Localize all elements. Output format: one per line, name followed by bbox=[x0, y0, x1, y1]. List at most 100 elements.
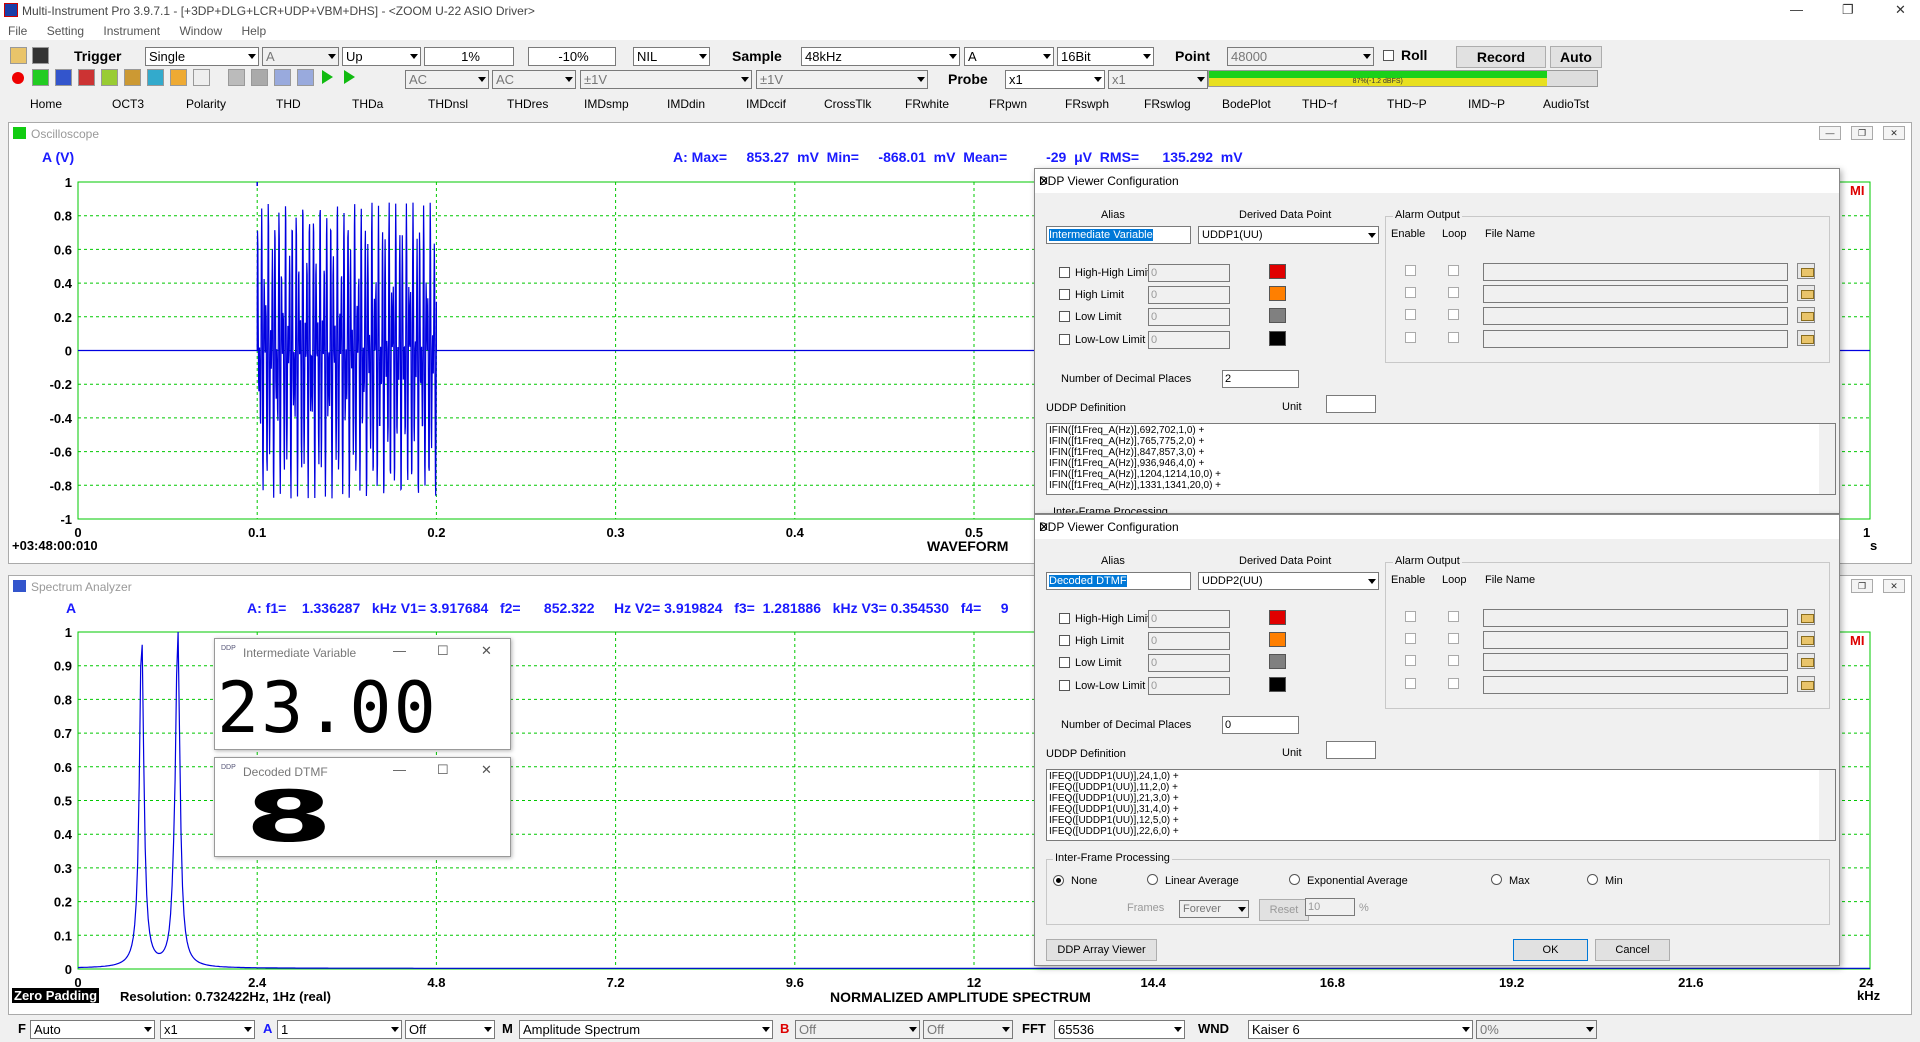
points-select[interactable]: 48000 bbox=[1227, 47, 1374, 66]
fft-select[interactable]: 65536 bbox=[1054, 1020, 1185, 1039]
ifp-min-radio[interactable] bbox=[1587, 874, 1598, 885]
dlg1-ddp-select[interactable]: UDDP1(UU) bbox=[1198, 226, 1379, 244]
menu-instrument[interactable]: Instrument bbox=[103, 24, 160, 38]
meter-icon[interactable] bbox=[124, 69, 141, 86]
dlg1-close-icon[interactable]: ✕ bbox=[1039, 174, 1831, 188]
play-icon[interactable] bbox=[322, 70, 333, 84]
dlg1-low-limit-alarm-loop[interactable] bbox=[1448, 309, 1459, 320]
roll-checkbox[interactable] bbox=[1383, 50, 1394, 61]
dlg2-high-high-limit-alarm-loop[interactable] bbox=[1448, 611, 1459, 622]
tab-frswlog[interactable]: FRswlog bbox=[1144, 97, 1191, 111]
dlg1-def-scrollbar[interactable] bbox=[1819, 424, 1835, 494]
range-b-select[interactable]: ±1V bbox=[756, 70, 928, 89]
tab-bodeplot[interactable]: BodePlot bbox=[1222, 97, 1271, 111]
dlg1-low-limit-file-input[interactable] bbox=[1483, 307, 1788, 325]
tab-home[interactable]: Home bbox=[30, 97, 62, 111]
dlg2-high-high-limit-input[interactable]: 0 bbox=[1148, 610, 1230, 628]
dlg1-high-high-limit-color-swatch[interactable] bbox=[1269, 264, 1286, 279]
tools-icon[interactable] bbox=[251, 69, 268, 86]
dlg1-low-limit-folder-icon[interactable] bbox=[1797, 307, 1815, 323]
dlg1-low-limit-color-swatch[interactable] bbox=[1269, 308, 1286, 323]
trigger-mode-select[interactable]: Single bbox=[145, 47, 259, 66]
dlg2-high-limit-alarm-enable[interactable] bbox=[1405, 633, 1416, 644]
tab-frpwn[interactable]: FRpwn bbox=[989, 97, 1027, 111]
dlg2-high-limit-color-swatch[interactable] bbox=[1269, 632, 1286, 647]
dlg2-low-low-limit-alarm-loop[interactable] bbox=[1448, 678, 1459, 689]
dlg1-low-limit-checkbox[interactable] bbox=[1059, 311, 1070, 322]
zoom-select[interactable]: x1 bbox=[160, 1020, 255, 1039]
close-button[interactable]: ✕ bbox=[1895, 2, 1906, 18]
osc-minimize-button[interactable]: — bbox=[1819, 126, 1841, 140]
dlg2-high-high-limit-alarm-enable[interactable] bbox=[1405, 611, 1416, 622]
play-step-icon[interactable] bbox=[344, 70, 355, 84]
dlg1-low-low-limit-input[interactable]: 0 bbox=[1148, 331, 1230, 349]
dlg2-high-limit-alarm-loop[interactable] bbox=[1448, 633, 1459, 644]
trigger-level-spin[interactable]: 1% bbox=[424, 47, 514, 66]
range-a-select[interactable]: ±1V bbox=[580, 70, 752, 89]
frames-select[interactable]: Forever bbox=[1179, 900, 1249, 918]
tab-frwhite[interactable]: FRwhite bbox=[905, 97, 949, 111]
dlg2-ddp-select[interactable]: UDDP2(UU) bbox=[1198, 572, 1379, 590]
trigger-delay-spin[interactable]: -10% bbox=[528, 47, 616, 66]
f-select[interactable]: Auto bbox=[30, 1020, 155, 1039]
dlg2-high-high-limit-file-input[interactable] bbox=[1483, 609, 1788, 627]
minimize-button[interactable]: — bbox=[1790, 2, 1803, 17]
ddp-icon[interactable] bbox=[147, 69, 164, 86]
osc-restore-button[interactable]: ❐ bbox=[1851, 126, 1873, 140]
probe-b-select[interactable]: x1 bbox=[1108, 70, 1208, 89]
viewer1-close[interactable]: ✕ bbox=[481, 643, 492, 659]
dlg2-close-icon[interactable]: ✕ bbox=[1039, 520, 1831, 534]
menu-window[interactable]: Window bbox=[179, 24, 222, 38]
dlg1-high-limit-alarm-loop[interactable] bbox=[1448, 287, 1459, 298]
tab-imd-p[interactable]: IMD~P bbox=[1468, 97, 1505, 111]
cancel-button[interactable]: Cancel bbox=[1595, 939, 1670, 961]
dlg2-low-low-limit-input[interactable]: 0 bbox=[1148, 677, 1230, 695]
trigger-edge-select[interactable]: Up bbox=[342, 47, 421, 66]
coupling-b-select[interactable]: AC bbox=[492, 70, 576, 89]
dlg1-low-low-limit-alarm-loop[interactable] bbox=[1448, 332, 1459, 343]
dlg1-low-low-limit-checkbox[interactable] bbox=[1059, 334, 1070, 345]
tab-thd-f[interactable]: THD~f bbox=[1302, 97, 1337, 111]
dlg1-alias-input[interactable]: Intermediate Variable bbox=[1046, 226, 1191, 244]
tab-crosstlk[interactable]: CrossTlk bbox=[824, 97, 871, 111]
b-select[interactable]: Off bbox=[795, 1020, 920, 1039]
trigger-channel-select[interactable]: A bbox=[262, 47, 339, 66]
dlg2-high-limit-file-input[interactable] bbox=[1483, 631, 1788, 649]
dlg2-alias-input[interactable]: Decoded DTMF bbox=[1046, 572, 1191, 590]
dlg1-low-low-limit-folder-icon[interactable] bbox=[1797, 330, 1815, 346]
viewer1-minimize[interactable]: — bbox=[393, 643, 406, 658]
dlg2-high-limit-folder-icon[interactable] bbox=[1797, 631, 1815, 647]
speaker-icon[interactable] bbox=[297, 69, 314, 86]
m-select[interactable]: Amplitude Spectrum bbox=[519, 1020, 773, 1039]
spectrogram-icon[interactable] bbox=[78, 69, 95, 86]
dlg2-low-limit-color-swatch[interactable] bbox=[1269, 654, 1286, 669]
dlg1-low-low-limit-color-swatch[interactable] bbox=[1269, 331, 1286, 346]
dlg1-decimal-input[interactable]: 2 bbox=[1222, 370, 1299, 388]
dlg1-high-high-limit-file-input[interactable] bbox=[1483, 263, 1788, 281]
dlg2-low-low-limit-checkbox[interactable] bbox=[1059, 680, 1070, 691]
overlap-select[interactable]: 0% bbox=[1476, 1020, 1597, 1039]
dlg2-low-limit-checkbox[interactable] bbox=[1059, 657, 1070, 668]
sample-channel-select[interactable]: A bbox=[964, 47, 1054, 66]
printer-icon[interactable] bbox=[228, 69, 245, 86]
a-select[interactable]: 1 bbox=[277, 1020, 402, 1039]
viewer2-close[interactable]: ✕ bbox=[481, 762, 492, 778]
tab-oct3[interactable]: OCT3 bbox=[112, 97, 144, 111]
viewer2-minimize[interactable]: — bbox=[393, 762, 406, 777]
ifp-max-radio[interactable] bbox=[1491, 874, 1502, 885]
dlg2-low-limit-folder-icon[interactable] bbox=[1797, 653, 1815, 669]
dlg1-high-high-limit-checkbox[interactable] bbox=[1059, 267, 1070, 278]
spectrum-icon[interactable] bbox=[55, 69, 72, 86]
dlg2-low-low-limit-alarm-enable[interactable] bbox=[1405, 678, 1416, 689]
probe-a-select[interactable]: x1 bbox=[1005, 70, 1105, 89]
dlg2-high-limit-checkbox[interactable] bbox=[1059, 635, 1070, 646]
dlg1-high-high-limit-folder-icon[interactable] bbox=[1797, 263, 1815, 279]
menu-setting[interactable]: Setting bbox=[47, 24, 84, 38]
tab-polarity[interactable]: Polarity bbox=[186, 97, 226, 111]
generator-icon[interactable] bbox=[170, 69, 187, 86]
dlg2-high-high-limit-color-swatch[interactable] bbox=[1269, 610, 1286, 625]
dlg1-high-high-limit-alarm-enable[interactable] bbox=[1405, 265, 1416, 276]
dlg2-high-high-limit-checkbox[interactable] bbox=[1059, 613, 1070, 624]
tab-thda[interactable]: THDa bbox=[352, 97, 383, 111]
dlg1-unit-input[interactable] bbox=[1326, 395, 1376, 413]
